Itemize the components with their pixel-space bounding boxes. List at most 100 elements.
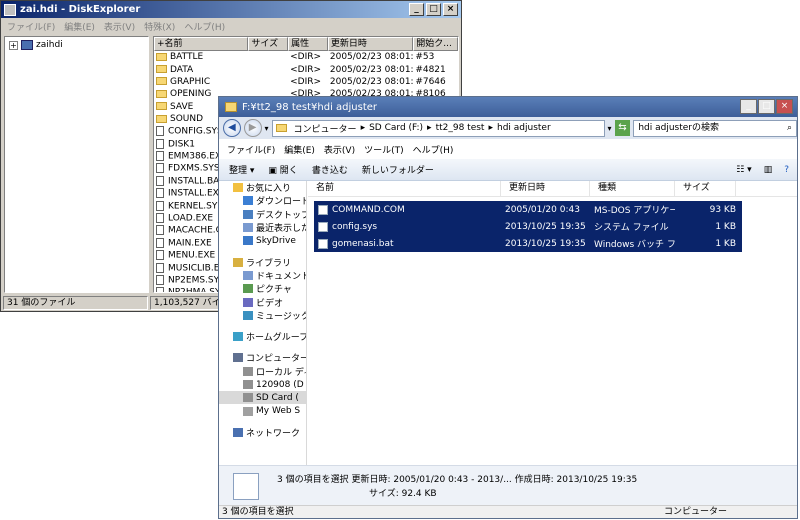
homegroup-icon: [233, 332, 243, 342]
explorer-titlebar[interactable]: F:¥tt2_98 test¥hdi adjuster _ □ ×: [219, 97, 797, 117]
search-input[interactable]: hdi adjusterの検索 ⌕: [633, 119, 798, 137]
cell-name: BATTLE: [154, 52, 248, 62]
minimize-button[interactable]: _: [409, 3, 424, 16]
file-name: SAVE: [170, 101, 194, 112]
open-label: 開く: [279, 166, 298, 176]
help-icon[interactable]: ?: [784, 165, 789, 175]
preview-pane-icon[interactable]: ▥: [764, 165, 773, 175]
menu-special[interactable]: 特殊(X): [144, 20, 175, 33]
nav-item[interactable]: ピクチャ: [219, 282, 306, 295]
explorer-title: F:¥tt2_98 test¥hdi adjuster: [242, 101, 378, 113]
nav-item-label: ミュージック: [256, 311, 307, 322]
column-name[interactable]: 名前: [308, 181, 501, 196]
file-row[interactable]: config.sys 2013/10/25 19:35 システム ファイル 1 KB: [314, 218, 742, 235]
chevron-right-icon[interactable]: ▸: [488, 123, 493, 133]
open-button[interactable]: ▣ 開く: [268, 163, 297, 176]
address-bar: ◀ ▶ ▾ コンピューター ▸ SD Card (F:) ▸ tt2_98 test…: [219, 117, 798, 139]
table-row[interactable]: GRAPHIC <DIR> 2005/02/23 08:01:36#7646: [154, 76, 458, 88]
nav-item[interactable]: ホームグループ: [219, 330, 306, 343]
expand-icon[interactable]: +: [9, 40, 18, 50]
file-icon: [156, 163, 164, 174]
nav-item[interactable]: ドキュメント: [219, 269, 306, 282]
nav-item[interactable]: 最近表示した: [219, 221, 306, 234]
nav-item[interactable]: ネットワーク: [219, 426, 306, 439]
menu-view[interactable]: 表示(V): [324, 143, 355, 156]
star-icon: [233, 183, 243, 193]
cell-name: DATA: [154, 65, 248, 75]
chevron-right-icon[interactable]: ▸: [361, 123, 366, 133]
breadcrumb-computer[interactable]: コンピューター: [294, 122, 357, 135]
breadcrumb-test[interactable]: tt2_98 test: [436, 123, 485, 133]
folder-icon: [156, 114, 167, 123]
menu-file[interactable]: ファイル(F): [7, 20, 55, 33]
nav-item[interactable]: お気に入り: [219, 181, 306, 194]
nav-item[interactable]: ダウンロード: [219, 194, 306, 207]
diskexplorer-titlebar[interactable]: zai.hdi - DiskExplorer _ □ ×: [1, 1, 461, 18]
file-name: INSTALL.EXE: [168, 188, 225, 199]
tree-item-label: zaihdi: [36, 40, 63, 50]
tree-item-root[interactable]: + zaihdi: [9, 40, 148, 50]
column-name[interactable]: +名前: [154, 37, 249, 51]
maximize-button[interactable]: □: [426, 3, 441, 16]
nav-item-label: お気に入り: [246, 184, 292, 195]
nav-item-label: ビデオ: [256, 298, 284, 309]
menu-edit[interactable]: 編集(E): [64, 20, 95, 33]
column-type[interactable]: 種類: [590, 181, 675, 196]
nav-item[interactable]: ミュージック: [219, 309, 306, 322]
menu-help[interactable]: ヘルプ(H): [184, 20, 225, 33]
file-row[interactable]: COMMAND.COM 2005/01/20 0:43 MS-DOS アプリケー..…: [314, 201, 742, 218]
nav-item[interactable]: SD Card (: [219, 391, 306, 405]
back-button[interactable]: ◀: [223, 119, 241, 137]
file-icon: [318, 238, 328, 249]
cell-cluster: #4821: [415, 64, 446, 75]
table-row[interactable]: DATA <DIR> 2005/02/23 08:01:32#4821: [154, 63, 458, 75]
file-name: COMMAND.COM: [332, 204, 405, 215]
chevron-right-icon[interactable]: ▸: [427, 123, 432, 133]
file-icon: [156, 151, 164, 162]
nav-item[interactable]: ライブラリ: [219, 255, 306, 269]
minimize-button[interactable]: _: [740, 99, 757, 114]
close-button[interactable]: ×: [443, 3, 458, 16]
music-icon: [243, 310, 253, 320]
nav-item[interactable]: SkyDrive: [219, 234, 306, 247]
nav-item[interactable]: ローカル ディ: [219, 365, 306, 378]
maximize-button[interactable]: □: [758, 99, 775, 114]
new-folder-button[interactable]: 新しいフォルダー: [362, 163, 434, 176]
menu-edit[interactable]: 編集(E): [284, 143, 315, 156]
history-dropdown-icon[interactable]: ▾: [265, 124, 269, 133]
column-date[interactable]: 更新日時: [501, 181, 590, 196]
nav-item-label: ローカル ディ: [256, 367, 307, 378]
nav-item-label: 120908 (D: [256, 379, 304, 390]
breadcrumb-sdcard[interactable]: SD Card (F:): [369, 123, 423, 133]
forward-button[interactable]: ▶: [243, 119, 262, 137]
menu-help[interactable]: ヘルプ(H): [413, 143, 454, 156]
explorer-window: F:¥tt2_98 test¥hdi adjuster _ □ × ◀ ▶ ▾ …: [218, 96, 798, 519]
write-button[interactable]: 書き込む: [312, 163, 348, 176]
close-button[interactable]: ×: [776, 99, 793, 114]
breadcrumb-hdi-adjuster[interactable]: hdi adjuster: [497, 123, 551, 133]
file-icon: [156, 138, 164, 149]
column-attr[interactable]: 属性: [288, 37, 328, 51]
column-size[interactable]: サイズ: [675, 181, 736, 196]
column-date[interactable]: 更新日時: [327, 37, 414, 51]
file-name: INSTALL.BAT: [168, 176, 225, 187]
folder-icon: [156, 102, 167, 111]
menu-tools[interactable]: ツール(T): [364, 143, 404, 156]
nav-item[interactable]: 120908 (D: [219, 378, 306, 391]
refresh-icon[interactable]: ⇆: [614, 120, 631, 136]
nav-item[interactable]: My Web S: [219, 404, 306, 417]
file-row[interactable]: gomenasi.bat 2013/10/25 19:35 Windows バッチ …: [314, 235, 742, 252]
menu-view[interactable]: 表示(V): [104, 20, 135, 33]
address-dropdown-icon[interactable]: ▾: [608, 124, 612, 133]
column-cluster[interactable]: 開始ク...: [413, 37, 458, 51]
breadcrumb[interactable]: コンピューター ▸ SD Card (F:) ▸ tt2_98 test ▸ hdi …: [271, 119, 605, 137]
nav-item[interactable]: ビデオ: [219, 295, 306, 309]
organize-button[interactable]: 整理 ▾: [229, 163, 254, 176]
table-row[interactable]: BATTLE <DIR> 2005/02/23 08:01:26#53: [154, 51, 458, 63]
file-icon: [156, 274, 164, 285]
view-options-icon[interactable]: ☷ ▾: [736, 165, 751, 175]
column-size[interactable]: サイズ: [248, 37, 289, 51]
menu-file[interactable]: ファイル(F): [227, 143, 275, 156]
nav-item[interactable]: コンピューター: [219, 351, 306, 364]
nav-item[interactable]: デスクトップ: [219, 208, 306, 221]
